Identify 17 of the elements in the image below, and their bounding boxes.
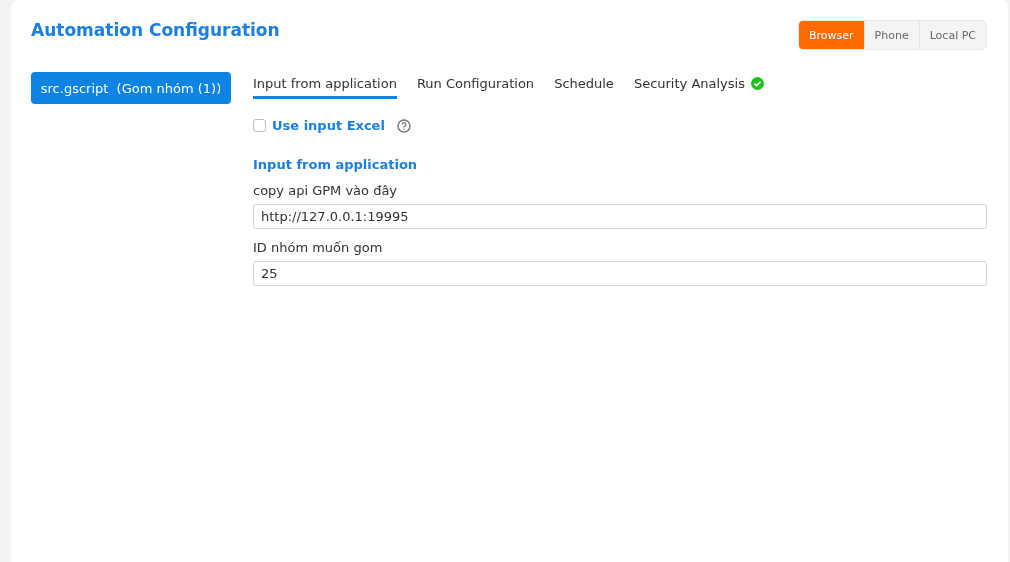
script-button[interactable]: src.gscript (Gom nhóm (1)) (31, 72, 231, 104)
platform-tab[interactable]: Phone (863, 21, 919, 49)
tab[interactable]: Run Configuration (416, 72, 535, 99)
input-field[interactable]: http://127.0.0.1:19995 (253, 204, 987, 229)
tab[interactable]: Schedule (554, 72, 614, 99)
tab[interactable]: Security Analysis (633, 72, 764, 99)
check-icon (750, 77, 764, 90)
checkbox[interactable] (253, 119, 266, 132)
platform-tab[interactable]: Local PC (918, 21, 986, 49)
input-field[interactable]: 25 (253, 261, 987, 286)
help-icon[interactable] (396, 118, 411, 133)
tab[interactable]: Input from application (253, 72, 397, 99)
field-label: ID nhóm muốn gom (253, 240, 384, 255)
field-label: copy api GPM vào đây (253, 183, 399, 198)
page-title: Automation Configuration (31, 20, 280, 40)
checkbox-label[interactable]: Use input Excel (272, 118, 385, 133)
section-title: Input from application (253, 157, 419, 172)
